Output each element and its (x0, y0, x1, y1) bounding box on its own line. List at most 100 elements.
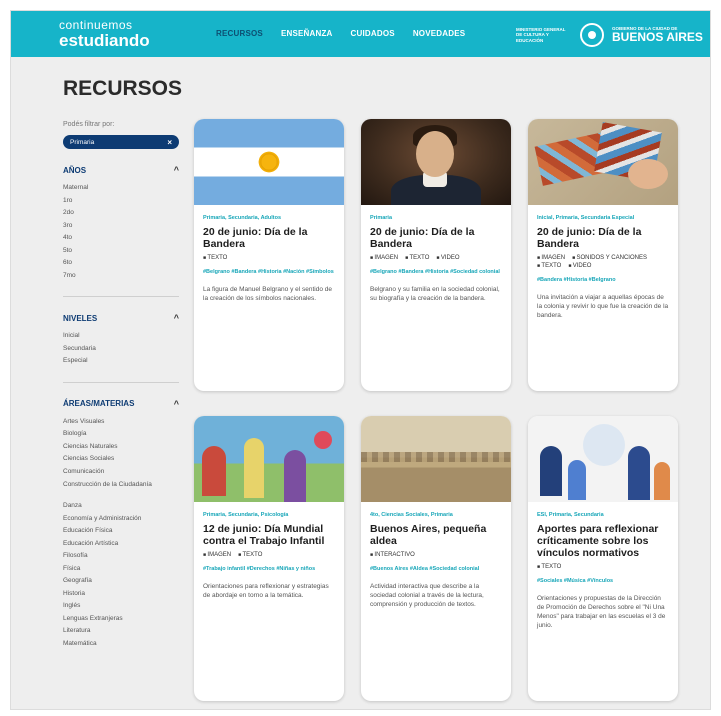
card-tags: ESI, Primaria, Secundaria (537, 512, 604, 518)
resource-card[interactable]: 4to, Ciencias Sociales, Primaria Buenos … (361, 416, 511, 701)
filter-option[interactable]: 3ro (63, 220, 179, 233)
filter-option[interactable]: Física (63, 563, 179, 576)
filter-option[interactable]: Maternal (63, 182, 179, 195)
section-niveles-list: Inicial Secundaria Especial (63, 330, 179, 368)
card-title: Aportes para reflexionar críticamente so… (537, 523, 659, 559)
filter-option[interactable]: 5to (63, 245, 179, 258)
card-tags: Primaria (370, 215, 393, 221)
section-anos-header[interactable]: AÑOS ^ (63, 165, 179, 175)
logo-line2: estudiando (59, 31, 150, 50)
card-image-illustration (528, 416, 678, 502)
filter-option[interactable]: Educación Artística (63, 538, 179, 551)
nav-recursos[interactable]: RECURSOS (216, 29, 263, 38)
card-image-mural (194, 416, 344, 502)
section-niveles-header[interactable]: NIVELES ^ (63, 313, 179, 323)
filter-option[interactable]: Artes Visuales (63, 416, 179, 429)
craft-hand (628, 159, 668, 189)
filter-option[interactable]: Biología (63, 428, 179, 441)
logo-line1: continuemos (59, 18, 133, 32)
active-filter-label: Primaria (70, 138, 95, 146)
filter-option[interactable]: Geografía (63, 575, 179, 588)
card-hashtags: #Sociales #Música #Vínculos (537, 578, 614, 584)
illustration-person (628, 446, 650, 500)
nav-cuidados[interactable]: CUIDADOS (351, 29, 395, 38)
resource-card[interactable]: ESI, Primaria, Secundaria Aportes para r… (528, 416, 678, 701)
type-video-icon: VIDEO (436, 255, 460, 261)
card-image-seascape (361, 416, 511, 502)
card-image-flag (194, 119, 344, 205)
card-tags: 4to, Ciencias Sociales, Primaria (370, 512, 453, 518)
filter-option[interactable]: Educación Física (63, 525, 179, 538)
filter-option[interactable]: Matemática (63, 638, 179, 651)
city-crest-icon (580, 23, 604, 47)
page-title: RECURSOS (63, 77, 183, 100)
page-frame: continuemos estudiando RECURSOS ENSEÑANZ… (10, 10, 711, 710)
card-types: IMAGEN TEXTO VIDEO (370, 255, 502, 261)
filter-option[interactable]: 2do (63, 207, 179, 220)
card-hashtags: #Belgrano #Bandera #Historia #Nación #Sí… (203, 269, 334, 275)
resource-card[interactable]: Inicial, Primaria, Secundaria Especial 2… (528, 119, 678, 391)
ministry-label: MINISTERIO GENERAL DE CULTURA Y EDUCACIÓ… (516, 26, 566, 43)
illustration-person (654, 462, 670, 500)
remove-filter-icon[interactable]: × (167, 138, 172, 147)
filter-option[interactable]: Ciencias Naturales (63, 441, 179, 454)
filter-option[interactable]: Ciencias Sociales (63, 453, 179, 466)
card-types: IMAGEN SONIDOS Y CANCIONES TEXTO VIDEO (537, 255, 669, 269)
card-hashtags: #Belgrano #Bandera #Historia #Sociedad c… (370, 269, 500, 275)
nav-ensenanza[interactable]: ENSEÑANZA (281, 29, 333, 38)
card-title: 12 de junio: Día Mundial contra el Traba… (203, 523, 325, 547)
mural-figure (202, 446, 226, 496)
chevron-up-icon[interactable]: ^ (174, 313, 179, 323)
section-anos-list: Maternal 1ro 2do 3ro 4to 5to 6to 7mo (63, 182, 179, 282)
card-hashtags: #Trabajo infantil #Derechos #Niñas y niñ… (203, 566, 316, 572)
active-filter-chip[interactable]: Primaria × (63, 135, 179, 149)
card-hashtags: #Buenos Aires #Aldea #Sociedad colonial (370, 566, 480, 572)
filter-option[interactable]: 4to (63, 232, 179, 245)
card-tags: Primaria, Secundaria, Adultos (203, 215, 282, 221)
divider (63, 381, 179, 383)
section-anos-title: AÑOS (63, 165, 87, 175)
card-title: 20 de junio: Día de la Bandera (370, 226, 475, 250)
chevron-up-icon[interactable]: ^ (174, 399, 179, 409)
filter-option[interactable]: Lenguas Extranjeras (63, 613, 179, 626)
resource-card[interactable]: Primaria 20 de junio: Día de la Bandera … (361, 119, 511, 391)
filter-option[interactable]: Construcción de la Ciudadanía (63, 478, 179, 500)
seascape-town (361, 452, 511, 462)
filter-option[interactable]: Literatura (63, 625, 179, 638)
filter-option[interactable]: Inglés (63, 600, 179, 613)
card-tags: Primaria, Secundaria, Psicología (203, 512, 289, 518)
illustration-person (568, 460, 586, 500)
type-video-icon: VIDEO (568, 263, 592, 269)
filter-option[interactable]: 1ro (63, 195, 179, 208)
resource-card[interactable]: Primaria, Secundaria, Psicología 12 de j… (194, 416, 344, 701)
main-nav: RECURSOS ENSEÑANZA CUIDADOS NOVEDADES (216, 29, 465, 38)
filter-option[interactable]: Secundaria (63, 343, 179, 356)
resource-card[interactable]: Primaria, Secundaria, Adultos 20 de juni… (194, 119, 344, 391)
card-image-portrait (361, 119, 511, 205)
divider (63, 296, 179, 297)
filter-option[interactable]: Filosofía (63, 550, 179, 563)
filter-option[interactable]: Economía y Administración (63, 513, 179, 526)
section-anos: AÑOS ^ Maternal 1ro 2do 3ro 4to 5to 6to … (63, 165, 179, 297)
section-areas-header[interactable]: ÁREAS/MATERIAS ^ (63, 399, 179, 409)
filter-option[interactable]: 7mo (63, 270, 179, 283)
filter-option[interactable]: 6to (63, 257, 179, 270)
filter-option[interactable]: Historia (63, 588, 179, 601)
chevron-up-icon[interactable]: ^ (174, 165, 179, 175)
card-hashtags: #Bandera #Historia #Belgrano (537, 277, 616, 283)
filter-option[interactable]: Especial (63, 355, 179, 368)
filter-option[interactable]: Inicial (63, 330, 179, 343)
section-areas-title: ÁREAS/MATERIAS (63, 399, 135, 408)
city-name: BUENOS AIRES (612, 30, 703, 45)
card-types: IMAGEN TEXTO (203, 552, 335, 558)
filter-option[interactable]: Danza (63, 500, 179, 513)
filter-option[interactable]: Comunicación (63, 466, 179, 479)
type-interactive-icon: INTERACTIVO (370, 552, 414, 558)
section-niveles: NIVELES ^ Inicial Secundaria Especial (63, 313, 179, 383)
mural-figure (314, 431, 332, 449)
nav-novedades[interactable]: NOVEDADES (413, 29, 465, 38)
site-logo[interactable]: continuemos estudiando (59, 19, 150, 49)
type-image-icon: IMAGEN (537, 255, 565, 261)
card-types: TEXTO (537, 564, 669, 570)
section-areas-list: Artes Visuales Biología Ciencias Natural… (63, 416, 179, 651)
